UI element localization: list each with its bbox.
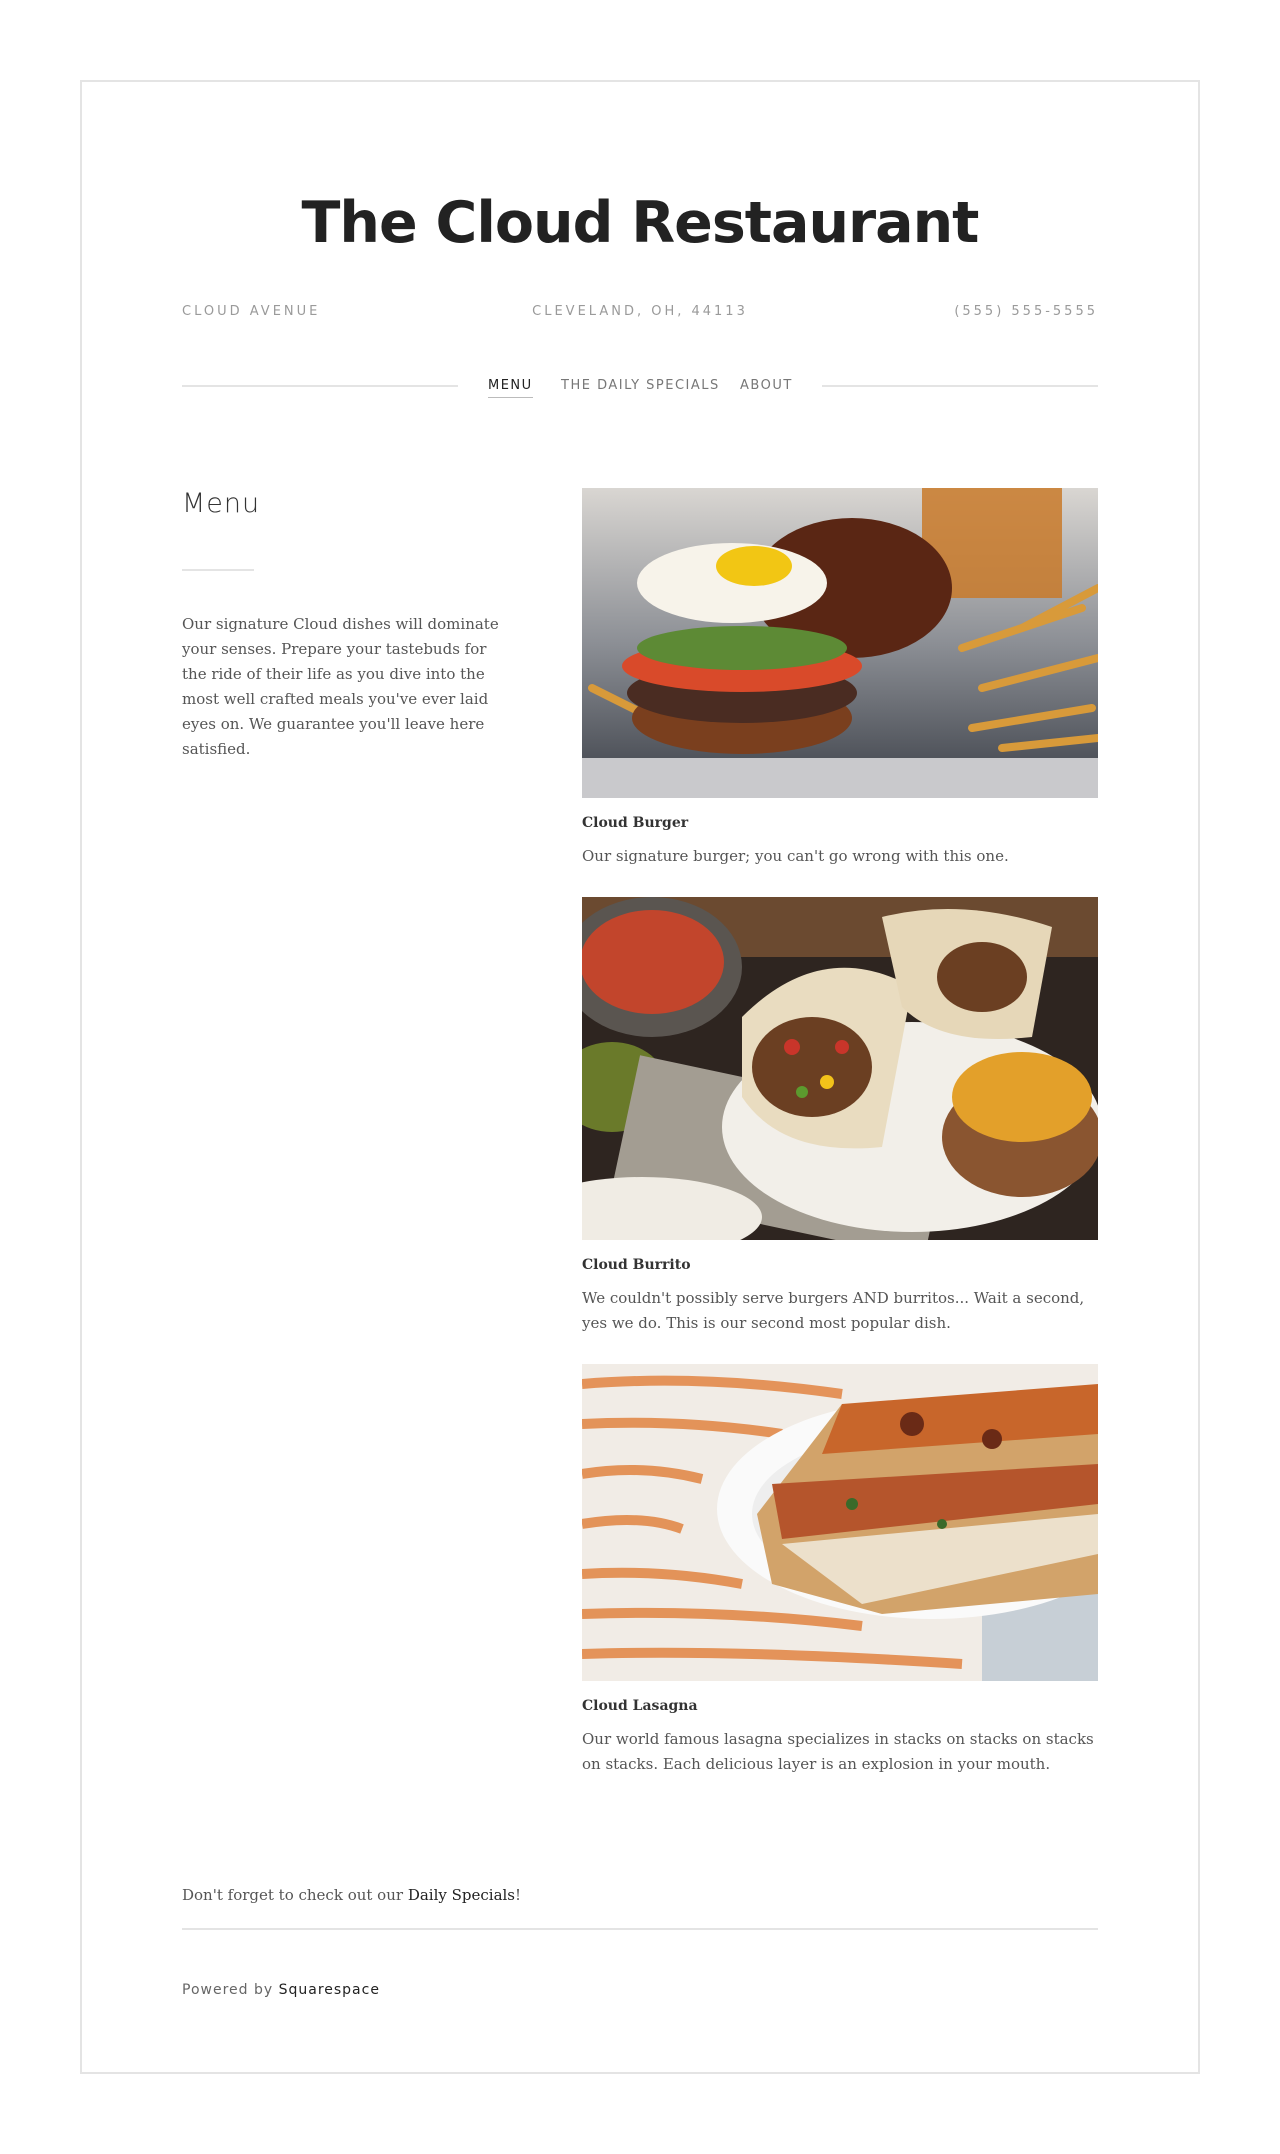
powered-by: Powered by Squarespace xyxy=(182,1982,380,1998)
phone-text: (555) 555-5555 xyxy=(954,304,1098,319)
footer-note-prefix: Don't forget to check out our xyxy=(182,1886,408,1904)
dish-name: Cloud Burger xyxy=(582,815,689,831)
nav-divider-left xyxy=(182,385,458,387)
nav-item-menu[interactable]: MENU xyxy=(488,378,533,398)
footer-divider xyxy=(182,1928,1098,1930)
page-heading: Menu xyxy=(182,488,261,519)
squarespace-link[interactable]: Squarespace xyxy=(279,1982,380,1998)
nav-divider-right xyxy=(822,385,1098,387)
footer-note: Don't forget to check out our Daily Spec… xyxy=(182,1886,521,1904)
footer-note-suffix: ! xyxy=(515,1886,522,1904)
heading-divider xyxy=(182,569,254,571)
dish-name: Cloud Lasagna xyxy=(582,1698,698,1714)
site-title[interactable]: The Cloud Restaurant xyxy=(0,190,1280,256)
lasagna-image xyxy=(582,1364,1098,1681)
dish-name: Cloud Burrito xyxy=(582,1257,691,1273)
nav-item-about[interactable]: ABOUT xyxy=(740,378,793,393)
intro-paragraph: Our signature Cloud dishes will dominate… xyxy=(182,615,499,758)
dish-description: Our signature burger; you can't go wrong… xyxy=(582,847,1009,865)
powered-prefix: Powered by xyxy=(182,1982,279,1998)
dish-description: Our world famous lasagna specializes in … xyxy=(582,1730,1094,1773)
nav-item-daily-specials[interactable]: THE DAILY SPECIALS xyxy=(561,378,720,393)
burger-image xyxy=(582,488,1098,798)
dish-description: We couldn't possibly serve burgers AND b… xyxy=(582,1289,1085,1332)
daily-specials-link[interactable]: Daily Specials xyxy=(408,1886,515,1904)
burrito-image xyxy=(582,897,1098,1240)
